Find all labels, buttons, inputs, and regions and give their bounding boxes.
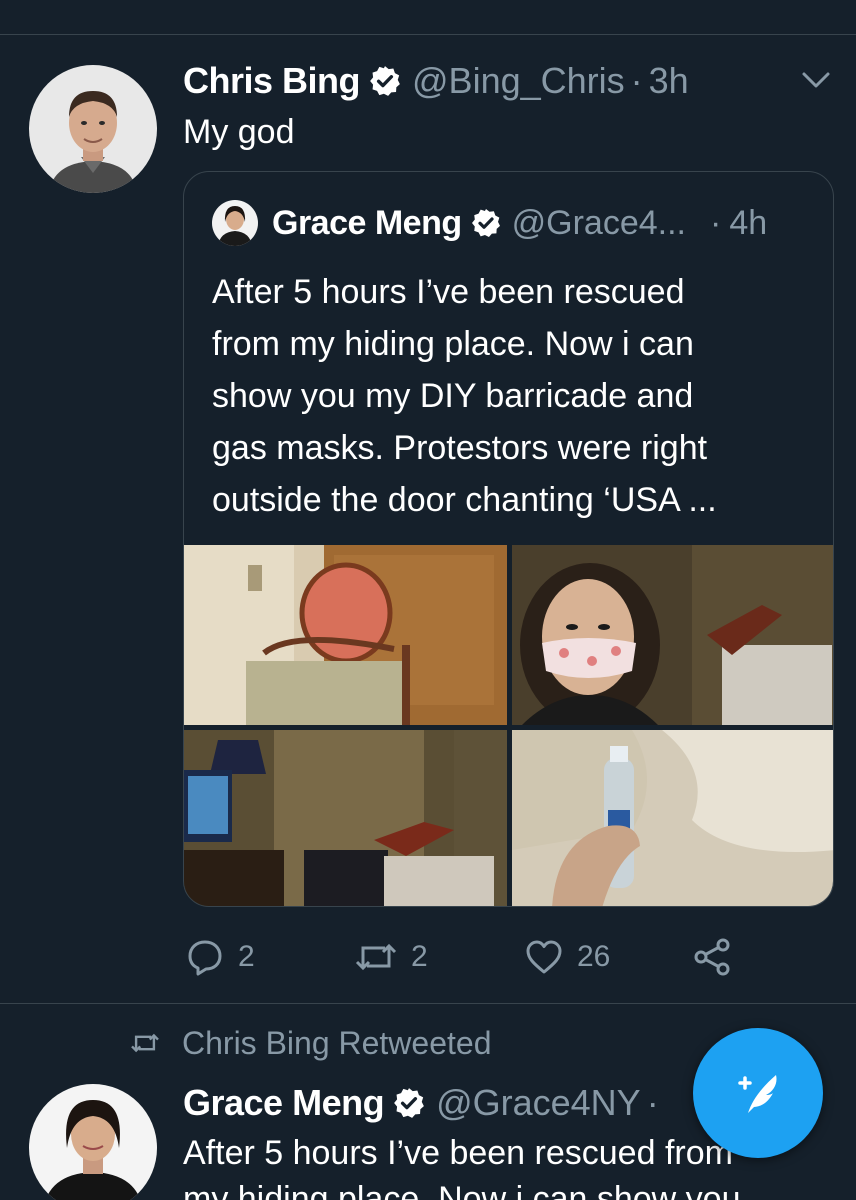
tweet2-text-line: my hiding place. Now i can show you xyxy=(183,1180,741,1200)
heart-icon xyxy=(526,940,562,974)
retweet-banner[interactable]: Chris Bing Retweeted xyxy=(130,1022,491,1064)
separator-dot: · xyxy=(630,60,643,101)
quoted-author-avatar xyxy=(212,200,258,246)
retweet-small-icon xyxy=(131,1033,159,1053)
tweet2-author-avatar[interactable] xyxy=(29,1084,157,1200)
media-photo-4[interactable] xyxy=(512,730,833,906)
tweet-text: My god xyxy=(183,113,295,151)
separator-dot: · xyxy=(646,1082,659,1123)
quoted-tweet-header: Grace Meng @Grace4... · 4h xyxy=(212,200,767,246)
reply-count: 2 xyxy=(238,940,255,973)
quoted-author-name: Grace Meng xyxy=(272,203,462,242)
quoted-text-line: outside the door chanting ‘USA ... xyxy=(212,481,717,519)
compose-feather-icon xyxy=(738,1075,777,1113)
top-divider xyxy=(0,34,856,35)
verified-badge-icon xyxy=(368,64,402,98)
tweet2-avatar-photo-icon xyxy=(29,1084,157,1200)
quoted-tweet-text: After 5 hours I’ve been rescued from my … xyxy=(212,266,812,526)
quoted-timestamp: 4h xyxy=(729,203,768,242)
reply-button[interactable]: 2 xyxy=(186,932,255,982)
tweet-timestamp[interactable]: 3h xyxy=(649,60,689,102)
tweet-action-bar: 2 2 26 xyxy=(0,932,856,982)
quoted-text-line: gas masks. Protestors were right xyxy=(212,429,708,467)
user-avatar-photo-icon xyxy=(29,65,157,193)
media-photo-2[interactable] xyxy=(512,545,833,725)
quoted-tweet-card[interactable]: Grace Meng @Grace4... · 4h After 5 hours… xyxy=(183,171,834,907)
like-count: 26 xyxy=(577,940,611,973)
author-avatar[interactable] xyxy=(29,65,157,193)
quoted-author-handle: @Grace4... xyxy=(511,203,686,242)
tweet-header: Chris Bing @Bing_Chris · 3h xyxy=(183,58,689,104)
author-name[interactable]: Chris Bing xyxy=(183,60,361,102)
author-handle[interactable]: @Bing_Chris xyxy=(412,60,625,102)
quoted-text-line: from my hiding place. Now i can xyxy=(212,325,694,363)
retweet-button[interactable]: 2 xyxy=(355,932,428,982)
separator-dot: · xyxy=(709,203,722,242)
reply-icon xyxy=(188,940,222,976)
compose-tweet-button[interactable] xyxy=(693,1028,823,1158)
quoted-text-line: show you my DIY barricade and xyxy=(212,377,694,415)
share-icon xyxy=(694,938,730,976)
media-photo-3[interactable] xyxy=(184,730,507,906)
retweet-count: 2 xyxy=(411,940,428,973)
verified-badge-icon xyxy=(470,207,502,239)
media-photo-1[interactable] xyxy=(184,545,507,725)
tweet2-header: Grace Meng @Grace4NY · xyxy=(183,1080,665,1126)
verified-badge-icon xyxy=(392,1086,426,1120)
tweet-menu-chevron-down-icon[interactable] xyxy=(800,66,832,94)
media-grid xyxy=(184,545,833,906)
tweet2-author-handle[interactable]: @Grace4NY xyxy=(436,1082,641,1124)
tweet-divider xyxy=(0,1003,856,1004)
like-button[interactable]: 26 xyxy=(525,932,610,982)
retweet-banner-label: Chris Bing Retweeted xyxy=(182,1024,492,1061)
quoted-text-line: After 5 hours I’ve been rescued xyxy=(212,273,685,311)
share-button[interactable] xyxy=(692,932,732,982)
tweet2-author-name[interactable]: Grace Meng xyxy=(183,1082,385,1124)
quoted-avatar-photo-icon xyxy=(212,200,258,246)
retweet-icon xyxy=(355,943,397,971)
